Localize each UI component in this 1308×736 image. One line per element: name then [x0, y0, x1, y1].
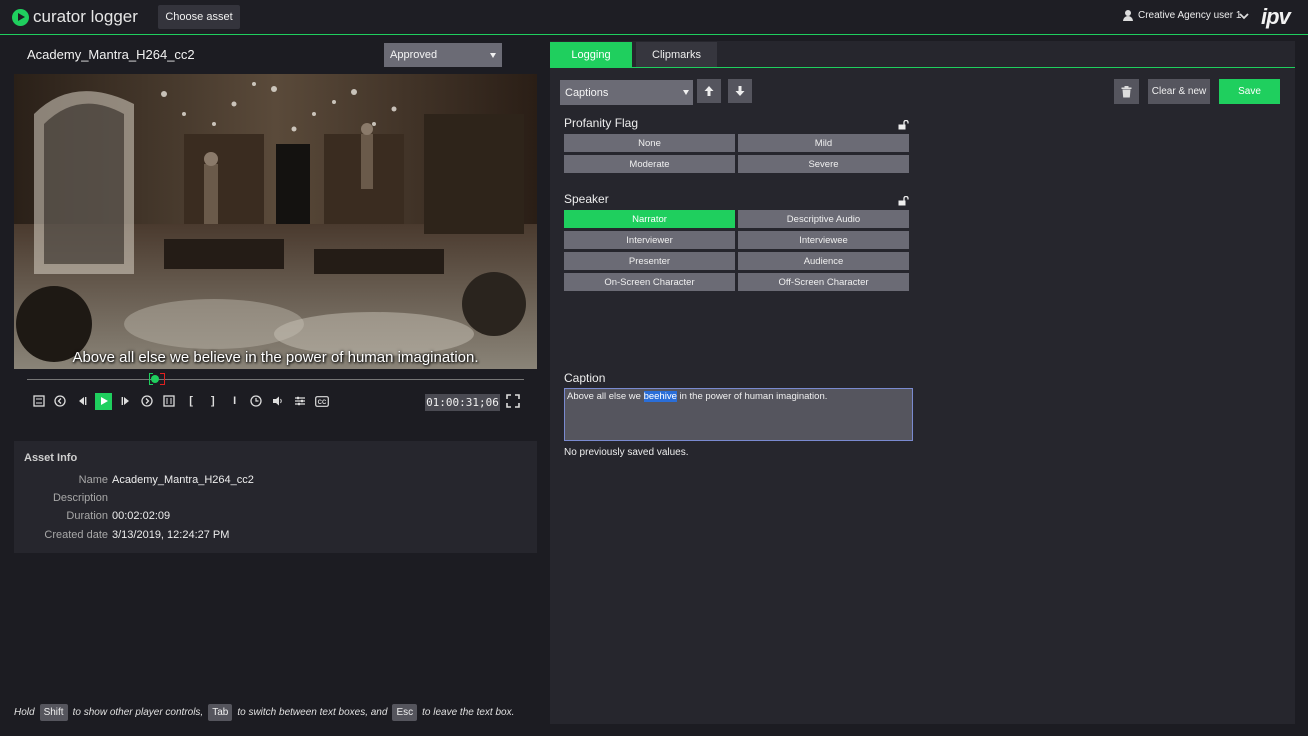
speaker-option-presenter[interactable]: Presenter: [564, 252, 735, 270]
playhead[interactable]: [149, 373, 165, 385]
info-key: Name: [78, 474, 108, 486]
cc-icon[interactable]: CC: [313, 393, 330, 410]
video-player[interactable]: Above all else we believe in the power o…: [14, 74, 537, 369]
user-menu[interactable]: Creative Agency user 1: [1123, 10, 1241, 21]
hint-text: to show other player controls,: [72, 707, 204, 718]
asset-info-header: Asset Info: [24, 452, 78, 464]
caption-selected-word: beehive: [643, 391, 677, 402]
move-up-button[interactable]: [697, 79, 721, 103]
unlock-icon[interactable]: [898, 120, 909, 130]
info-value: Academy_Mantra_H264_cc2: [112, 474, 254, 486]
volume-icon[interactable]: [270, 393, 287, 410]
caption-title: Caption: [564, 371, 606, 385]
frame-back-icon[interactable]: [30, 393, 47, 410]
mark-out-icon[interactable]: ]: [204, 393, 221, 410]
timeline-scrubber[interactable]: [27, 379, 524, 380]
keyboard-hint: Hold Shift to show other player controls…: [14, 704, 514, 721]
hint-text: Hold: [14, 707, 35, 718]
prev-icon[interactable]: [52, 393, 69, 410]
move-down-button[interactable]: [728, 79, 752, 103]
profanity-option-mild[interactable]: Mild: [738, 134, 909, 152]
caption-text-before: Above all else we: [567, 391, 644, 402]
delete-button[interactable]: [1114, 79, 1139, 104]
dropdown-arrow-icon: [490, 53, 496, 58]
speaker-option-narrator[interactable]: Narrator: [564, 210, 735, 228]
dropdown-arrow-icon: [683, 90, 689, 95]
user-icon: [1123, 10, 1133, 21]
mark-out-indicator: [160, 373, 165, 385]
profanity-option-moderate[interactable]: Moderate: [564, 155, 735, 173]
speaker-option-interviewee[interactable]: Interviewee: [738, 231, 909, 249]
save-button[interactable]: Save: [1219, 79, 1280, 104]
tab-underline: [550, 67, 1295, 68]
saved-values-note: No previously saved values.: [564, 447, 689, 458]
next-icon[interactable]: [139, 393, 156, 410]
asset-info-panel: Asset Info Name Academy_Mantra_H264_cc2 …: [14, 441, 537, 553]
top-bar: curator logger Choose asset Creative Age…: [0, 0, 1308, 35]
info-key: Duration: [66, 510, 108, 522]
profanity-title: Profanity Flag: [564, 116, 639, 130]
tab-logging[interactable]: Logging: [550, 42, 632, 68]
clear-new-button[interactable]: Clear & new: [1148, 79, 1210, 104]
status-select[interactable]: Approved: [384, 43, 502, 67]
profanity-option-none[interactable]: None: [564, 134, 735, 152]
clip-icon[interactable]: I: [226, 393, 243, 410]
arrow-down-icon: [735, 86, 745, 96]
unlock-icon[interactable]: [898, 196, 909, 206]
app-logo[interactable]: curator logger: [12, 7, 138, 27]
user-name: Creative Agency user 1: [1138, 10, 1242, 21]
brand-logo: ipv: [1261, 4, 1291, 29]
mark-in-icon[interactable]: [: [183, 393, 200, 410]
step-back-icon[interactable]: [74, 393, 91, 410]
speaker-option-audience[interactable]: Audience: [738, 252, 909, 270]
settings-icon[interactable]: [292, 393, 309, 410]
hint-text: to switch between text boxes, and: [237, 707, 388, 718]
step-forward-icon[interactable]: [117, 393, 134, 410]
fullscreen-icon[interactable]: [506, 394, 520, 408]
speaker-option-descriptive-audio[interactable]: Descriptive Audio: [738, 210, 909, 228]
arrow-up-icon: [704, 86, 714, 96]
caption-text-after: in the power of human imagination.: [676, 391, 828, 402]
profanity-option-severe[interactable]: Severe: [738, 155, 909, 173]
speaker-title: Speaker: [564, 192, 609, 206]
player-controls: [ ] I CC: [30, 392, 335, 410]
asset-title: Academy_Mantra_H264_cc2: [27, 47, 195, 62]
video-frame: [14, 74, 537, 369]
svg-text:CC: CC: [318, 400, 327, 406]
status-value: Approved: [390, 49, 438, 61]
caption-textarea[interactable]: Above all else we beehive in the power o…: [564, 388, 913, 441]
playhead-dot: [151, 375, 159, 383]
app-name: curator logger: [33, 7, 138, 26]
speaker-option-off-screen-character[interactable]: Off-Screen Character: [738, 273, 909, 291]
speaker-option-on-screen-character[interactable]: On-Screen Character: [564, 273, 735, 291]
speaker-option-interviewer[interactable]: Interviewer: [564, 231, 735, 249]
category-select[interactable]: Captions: [560, 80, 693, 105]
video-subtitle: Above all else we believe in the power o…: [72, 349, 479, 366]
info-key: Description: [52, 492, 108, 504]
category-value: Captions: [565, 86, 609, 99]
tab-key: Tab: [208, 704, 233, 721]
info-value: 3/13/2019, 12:24:27 PM: [112, 529, 230, 541]
esc-key: Esc: [392, 704, 418, 721]
choose-asset-button[interactable]: Choose asset: [158, 5, 240, 29]
clock-icon[interactable]: [248, 393, 265, 410]
play-icon[interactable]: [95, 392, 113, 410]
timecode-display: 01:00:31;06: [425, 394, 500, 411]
chevron-down-icon[interactable]: [1238, 10, 1250, 22]
tab-clipmarks[interactable]: Clipmarks: [636, 42, 717, 68]
info-value: 00:02:02:09: [112, 510, 171, 522]
frame-forward-icon[interactable]: [161, 393, 178, 410]
trash-icon: [1121, 85, 1132, 97]
hint-text: to leave the text box.: [422, 707, 515, 718]
info-key: Created date: [44, 529, 108, 541]
shift-key: Shift: [39, 704, 68, 721]
play-logo-icon: [12, 8, 29, 26]
